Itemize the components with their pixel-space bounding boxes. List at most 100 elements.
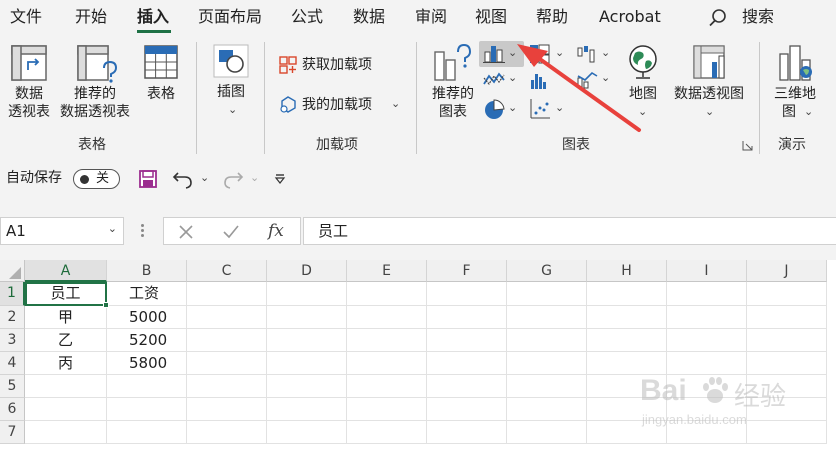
waterfall-chart-icon[interactable] xyxy=(576,44,598,64)
dialog-launcher-icon[interactable] xyxy=(742,140,753,151)
tab-acrobat[interactable]: Acrobat xyxy=(599,6,661,28)
cell-a1[interactable]: 员工 xyxy=(25,282,107,306)
illustrations-chevron-icon[interactable]: ⌄ xyxy=(228,104,237,116)
illustrations-icon[interactable] xyxy=(213,44,249,78)
cell-d5[interactable] xyxy=(267,375,347,398)
cell-e5[interactable] xyxy=(347,375,427,398)
get-addins-icon[interactable] xyxy=(279,56,297,74)
cell-f4[interactable] xyxy=(427,352,507,375)
cell-g4[interactable] xyxy=(507,352,587,375)
cell-a3[interactable]: 乙 xyxy=(25,329,107,352)
recommended-charts-label-1[interactable]: 推荐的 xyxy=(426,86,480,103)
pivot-chart-chevron-icon[interactable]: ⌄ xyxy=(705,106,714,118)
cell-j1[interactable] xyxy=(747,282,827,306)
cell-g7[interactable] xyxy=(507,421,587,444)
select-all-corner[interactable] xyxy=(0,260,25,282)
hierarchy-chart-icon[interactable] xyxy=(529,44,551,64)
3d-map-label-1[interactable]: 三维地 xyxy=(770,86,820,103)
cell-c4[interactable] xyxy=(187,352,267,375)
get-addins-label[interactable]: 获取加载项 xyxy=(302,57,372,74)
3d-map-chevron-icon[interactable]: ⌄ xyxy=(804,106,813,118)
search-icon[interactable] xyxy=(708,8,728,28)
cell-a6[interactable] xyxy=(25,398,107,421)
name-box-chevron-icon[interactable]: ⌄ xyxy=(108,222,117,235)
scatter-chart-icon[interactable] xyxy=(529,98,551,120)
column-header-d[interactable]: D xyxy=(267,260,347,282)
undo-icon[interactable] xyxy=(172,169,194,189)
cell-g6[interactable] xyxy=(507,398,587,421)
tab-file[interactable]: 文件 xyxy=(10,6,42,28)
illustrations-label[interactable]: 插图 xyxy=(211,84,251,101)
column-chart-chevron-icon[interactable]: ⌄ xyxy=(508,47,517,59)
cell-i1[interactable] xyxy=(667,282,747,306)
cell-e2[interactable] xyxy=(347,306,427,329)
undo-chevron-icon[interactable]: ⌄ xyxy=(200,172,209,184)
cell-a5[interactable] xyxy=(25,375,107,398)
cell-f2[interactable] xyxy=(427,306,507,329)
column-header-a[interactable]: A xyxy=(25,260,107,282)
cell-g1[interactable] xyxy=(507,282,587,306)
insert-function-icon[interactable]: fx xyxy=(268,220,284,242)
cell-j3[interactable] xyxy=(747,329,827,352)
row-header-2[interactable]: 2 xyxy=(0,306,25,329)
pivot-table-label-1[interactable]: 数据 xyxy=(6,86,52,103)
cell-d2[interactable] xyxy=(267,306,347,329)
cell-a7[interactable] xyxy=(25,421,107,444)
pivot-table-label-2[interactable]: 透视表 xyxy=(3,104,55,121)
autosave-toggle[interactable]: 关 xyxy=(73,169,120,189)
cell-h3[interactable] xyxy=(587,329,667,352)
fill-handle[interactable] xyxy=(103,302,109,308)
tab-review[interactable]: 审阅 xyxy=(415,6,447,28)
tab-view[interactable]: 视图 xyxy=(475,6,507,28)
row-header-5[interactable]: 5 xyxy=(0,375,25,398)
cell-c7[interactable] xyxy=(187,421,267,444)
row-header-4[interactable]: 4 xyxy=(0,352,25,375)
column-header-i[interactable]: I xyxy=(667,260,747,282)
cell-e1[interactable] xyxy=(347,282,427,306)
cell-g3[interactable] xyxy=(507,329,587,352)
cell-b3[interactable]: 5200 xyxy=(107,329,187,352)
hierarchy-chart-chevron-icon[interactable]: ⌄ xyxy=(555,47,564,59)
cell-e7[interactable] xyxy=(347,421,427,444)
combo-chart-icon[interactable] xyxy=(576,70,598,90)
cell-i2[interactable] xyxy=(667,306,747,329)
column-header-b[interactable]: B xyxy=(107,260,187,282)
line-chart-icon[interactable] xyxy=(483,70,505,88)
column-header-e[interactable]: E xyxy=(347,260,427,282)
cell-c6[interactable] xyxy=(187,398,267,421)
table-label[interactable]: 表格 xyxy=(140,86,182,103)
customize-qat-icon[interactable] xyxy=(274,173,286,185)
column-header-f[interactable]: F xyxy=(427,260,507,282)
cell-f1[interactable] xyxy=(427,282,507,306)
cell-a2[interactable]: 甲 xyxy=(25,306,107,329)
cell-h2[interactable] xyxy=(587,306,667,329)
cell-i3[interactable] xyxy=(667,329,747,352)
recommended-charts-label-2[interactable]: 图表 xyxy=(426,104,480,121)
my-addins-chevron-icon[interactable]: ⌄ xyxy=(391,98,400,110)
map-icon[interactable] xyxy=(626,44,660,80)
recommended-pivot-label-1[interactable]: 推荐的 xyxy=(70,86,120,103)
column-header-h[interactable]: H xyxy=(587,260,667,282)
cell-d3[interactable] xyxy=(267,329,347,352)
column-header-g[interactable]: G xyxy=(507,260,587,282)
cell-c2[interactable] xyxy=(187,306,267,329)
cell-b4[interactable]: 5800 xyxy=(107,352,187,375)
cell-g5[interactable] xyxy=(507,375,587,398)
cell-b5[interactable] xyxy=(107,375,187,398)
cell-h1[interactable] xyxy=(587,282,667,306)
cell-d1[interactable] xyxy=(267,282,347,306)
3d-map-label-2[interactable]: 图 xyxy=(772,104,806,121)
maps-chevron-icon[interactable]: ⌄ xyxy=(638,106,647,118)
cell-b2[interactable]: 5000 xyxy=(107,306,187,329)
row-header-7[interactable]: 7 xyxy=(0,421,25,444)
name-box[interactable]: A1 ⌄ xyxy=(0,217,124,245)
tab-help[interactable]: 帮助 xyxy=(536,6,568,28)
cell-b1[interactable]: 工资 xyxy=(107,282,187,306)
cell-c5[interactable] xyxy=(187,375,267,398)
row-header-6[interactable]: 6 xyxy=(0,398,25,421)
row-header-1[interactable]: 1 xyxy=(0,282,25,306)
cell-d6[interactable] xyxy=(267,398,347,421)
row-header-3[interactable]: 3 xyxy=(0,329,25,352)
redo-icon[interactable] xyxy=(222,169,244,189)
column-chart-icon[interactable] xyxy=(483,44,505,64)
